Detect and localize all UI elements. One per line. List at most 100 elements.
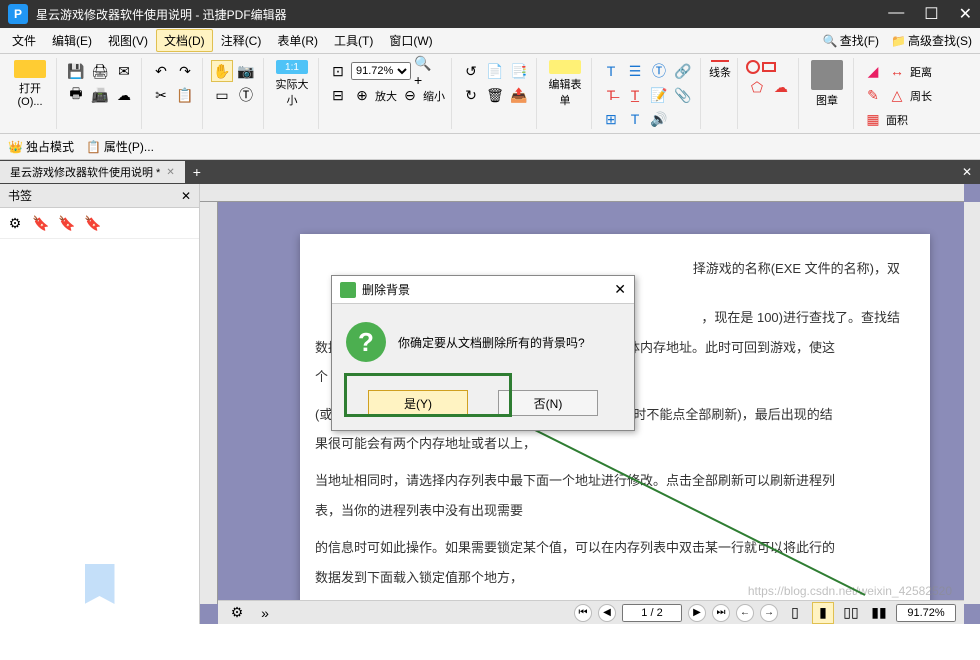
print2-icon[interactable]: 🖶 [65, 84, 87, 106]
status-expand-icon[interactable]: » [254, 602, 276, 624]
no-button[interactable]: 否(N) [498, 390, 598, 416]
window-title: 星云游戏修改器软件使用说明 - 迅捷PDF编辑器 [36, 6, 287, 23]
menu-form[interactable]: 表单(R) [269, 29, 326, 52]
sidebar-gear-icon[interactable]: ⚙ [4, 212, 26, 234]
pen-icon[interactable]: ✎ [862, 84, 884, 106]
scrollbar-vertical[interactable] [964, 202, 980, 604]
strike-icon[interactable]: T̶ [600, 84, 622, 106]
note-icon[interactable]: 📝 [648, 84, 670, 106]
menu-view[interactable]: 视图(V) [100, 29, 156, 52]
last-page-button[interactable]: ⏭ [712, 604, 730, 622]
tabs-close-icon[interactable]: ✕ [954, 165, 980, 179]
sidebar-body [0, 239, 199, 624]
rotate-r-icon[interactable]: ↻ [460, 84, 482, 106]
view-single-icon[interactable]: ▯ [784, 602, 806, 624]
edit-form-button[interactable]: 编辑表单 [545, 60, 585, 108]
tab-add-button[interactable]: + [185, 164, 209, 180]
select-icon[interactable]: ▭ [211, 84, 233, 106]
eraser-icon[interactable]: ◢ [862, 60, 884, 82]
poly-icon[interactable]: ⬠ [746, 76, 768, 98]
link-icon[interactable]: 🔗 [672, 60, 694, 82]
view-dual-icon[interactable]: ▯▯ [840, 602, 862, 624]
tab-close-icon[interactable]: ✕ [166, 167, 174, 178]
line-shape-icon[interactable] [711, 60, 729, 62]
attach-icon[interactable]: 📎 [672, 84, 694, 106]
maximize-button[interactable]: ☐ [924, 4, 938, 24]
menu-file[interactable]: 文件 [4, 29, 44, 52]
underline-icon[interactable]: T̲ [624, 84, 646, 106]
view-dual2-icon[interactable]: ▮▮ [868, 602, 890, 624]
menu-tools[interactable]: 工具(T) [326, 29, 381, 52]
fit2-icon[interactable]: ⊟ [327, 84, 349, 106]
page-add-icon[interactable]: 📄 [484, 60, 506, 82]
confirm-dialog: 删除背景 ✕ ? 你确定要从文档删除所有的背景吗? 是(Y) 否(N) [331, 275, 635, 431]
hand-icon[interactable]: ✋ [211, 60, 233, 82]
dist-icon[interactable]: ↔ [886, 60, 908, 82]
sidebar-close-icon[interactable]: ✕ [181, 189, 191, 203]
text-select-icon[interactable]: Ⓣ [235, 84, 257, 106]
save-icon[interactable]: 💾 [65, 60, 87, 82]
cloud-shape-icon[interactable]: ☁ [770, 76, 792, 98]
page-ins-icon[interactable]: 📑 [508, 60, 530, 82]
t-box-icon[interactable]: Ⓣ [648, 60, 670, 82]
perim-icon[interactable]: △ [886, 84, 908, 106]
zoom-in-icon[interactable]: 🔍+ [413, 60, 435, 82]
menu-document[interactable]: 文档(D) [156, 29, 213, 52]
document-tabs: 星云游戏修改器软件使用说明 *✕ + ✕ [0, 160, 980, 184]
open-button[interactable]: 打开(O)... [10, 60, 50, 108]
undo-icon[interactable]: ↶ [150, 60, 172, 82]
zoom-select[interactable]: 91.72% [351, 62, 411, 80]
mail-icon[interactable]: ✉ [113, 60, 135, 82]
fwd-button[interactable]: → [760, 604, 778, 622]
cloud-icon[interactable]: ☁ [113, 84, 135, 106]
next-page-button[interactable]: ▶ [688, 604, 706, 622]
find-button[interactable]: 🔍查找(F) [819, 30, 883, 51]
zoom-input[interactable] [896, 604, 956, 622]
zoom-in-btn[interactable]: ⊕ [351, 84, 373, 106]
redo-icon[interactable]: ↷ [174, 60, 196, 82]
ruler-horizontal [200, 184, 964, 202]
page-text: 当地址相同时，请选择内存列表中最下面一个地址进行修改。点击全部刷新可以刷新进程列 [300, 466, 930, 495]
fit-icon[interactable]: ⊡ [327, 60, 349, 82]
cut-icon[interactable]: ✂ [150, 84, 172, 106]
stamp-icon[interactable]: ⊞ [600, 108, 622, 130]
dialog-close-icon[interactable]: ✕ [614, 281, 626, 298]
tab-document[interactable]: 星云游戏修改器软件使用说明 *✕ [0, 161, 185, 183]
rotate-l-icon[interactable]: ↺ [460, 60, 482, 82]
sidebar-header: 书签✕ [0, 184, 199, 208]
exclusive-mode-button[interactable]: 👑独占模式 [8, 138, 74, 155]
menu-comment[interactable]: 注释(C) [213, 29, 270, 52]
page-input[interactable] [622, 604, 682, 622]
stamp-button[interactable]: 图章 [807, 60, 847, 108]
camera-icon[interactable]: 📷 [235, 60, 257, 82]
adv-find-button[interactable]: 📁高级查找(S) [887, 30, 976, 51]
yes-button[interactable]: 是(Y) [368, 390, 468, 416]
text-icon[interactable]: T [600, 60, 622, 82]
bookmark-add-icon[interactable]: 🔖 [30, 212, 52, 234]
page-ext-icon[interactable]: 📤 [508, 84, 530, 106]
minimize-button[interactable]: — [888, 4, 904, 24]
sound-icon[interactable]: 🔊 [648, 108, 670, 130]
copy-icon[interactable]: 📋 [174, 84, 196, 106]
print-icon[interactable]: 🖨 [89, 60, 111, 82]
t2-icon[interactable]: T [624, 108, 646, 130]
status-gear-icon[interactable]: ⚙ [226, 602, 248, 624]
first-page-button[interactable]: ⏮ [574, 604, 592, 622]
highlight-icon[interactable]: ☰ [624, 60, 646, 82]
back-button[interactable]: ← [736, 604, 754, 622]
menu-window[interactable]: 窗口(W) [381, 29, 440, 52]
zoom-out-btn[interactable]: ⊖ [399, 84, 421, 106]
prev-page-button[interactable]: ◀ [598, 604, 616, 622]
actual-size-button[interactable]: 1:1实际大小 [272, 60, 312, 108]
close-button[interactable]: ✕ [959, 4, 972, 24]
bookmark-new-icon[interactable]: 🔖 [82, 212, 104, 234]
page-del-icon[interactable]: 🗑 [484, 84, 506, 106]
scan-icon[interactable]: 📠 [89, 84, 111, 106]
rect-icon[interactable] [762, 62, 776, 72]
bookmark-del-icon[interactable]: 🔖 [56, 212, 78, 234]
circle-icon[interactable] [746, 60, 760, 74]
menu-edit[interactable]: 编辑(E) [44, 29, 100, 52]
area-icon[interactable]: ▦ [862, 108, 884, 130]
properties-button[interactable]: 📋属性(P)... [86, 138, 154, 155]
view-cont-icon[interactable]: ▮ [812, 602, 834, 624]
